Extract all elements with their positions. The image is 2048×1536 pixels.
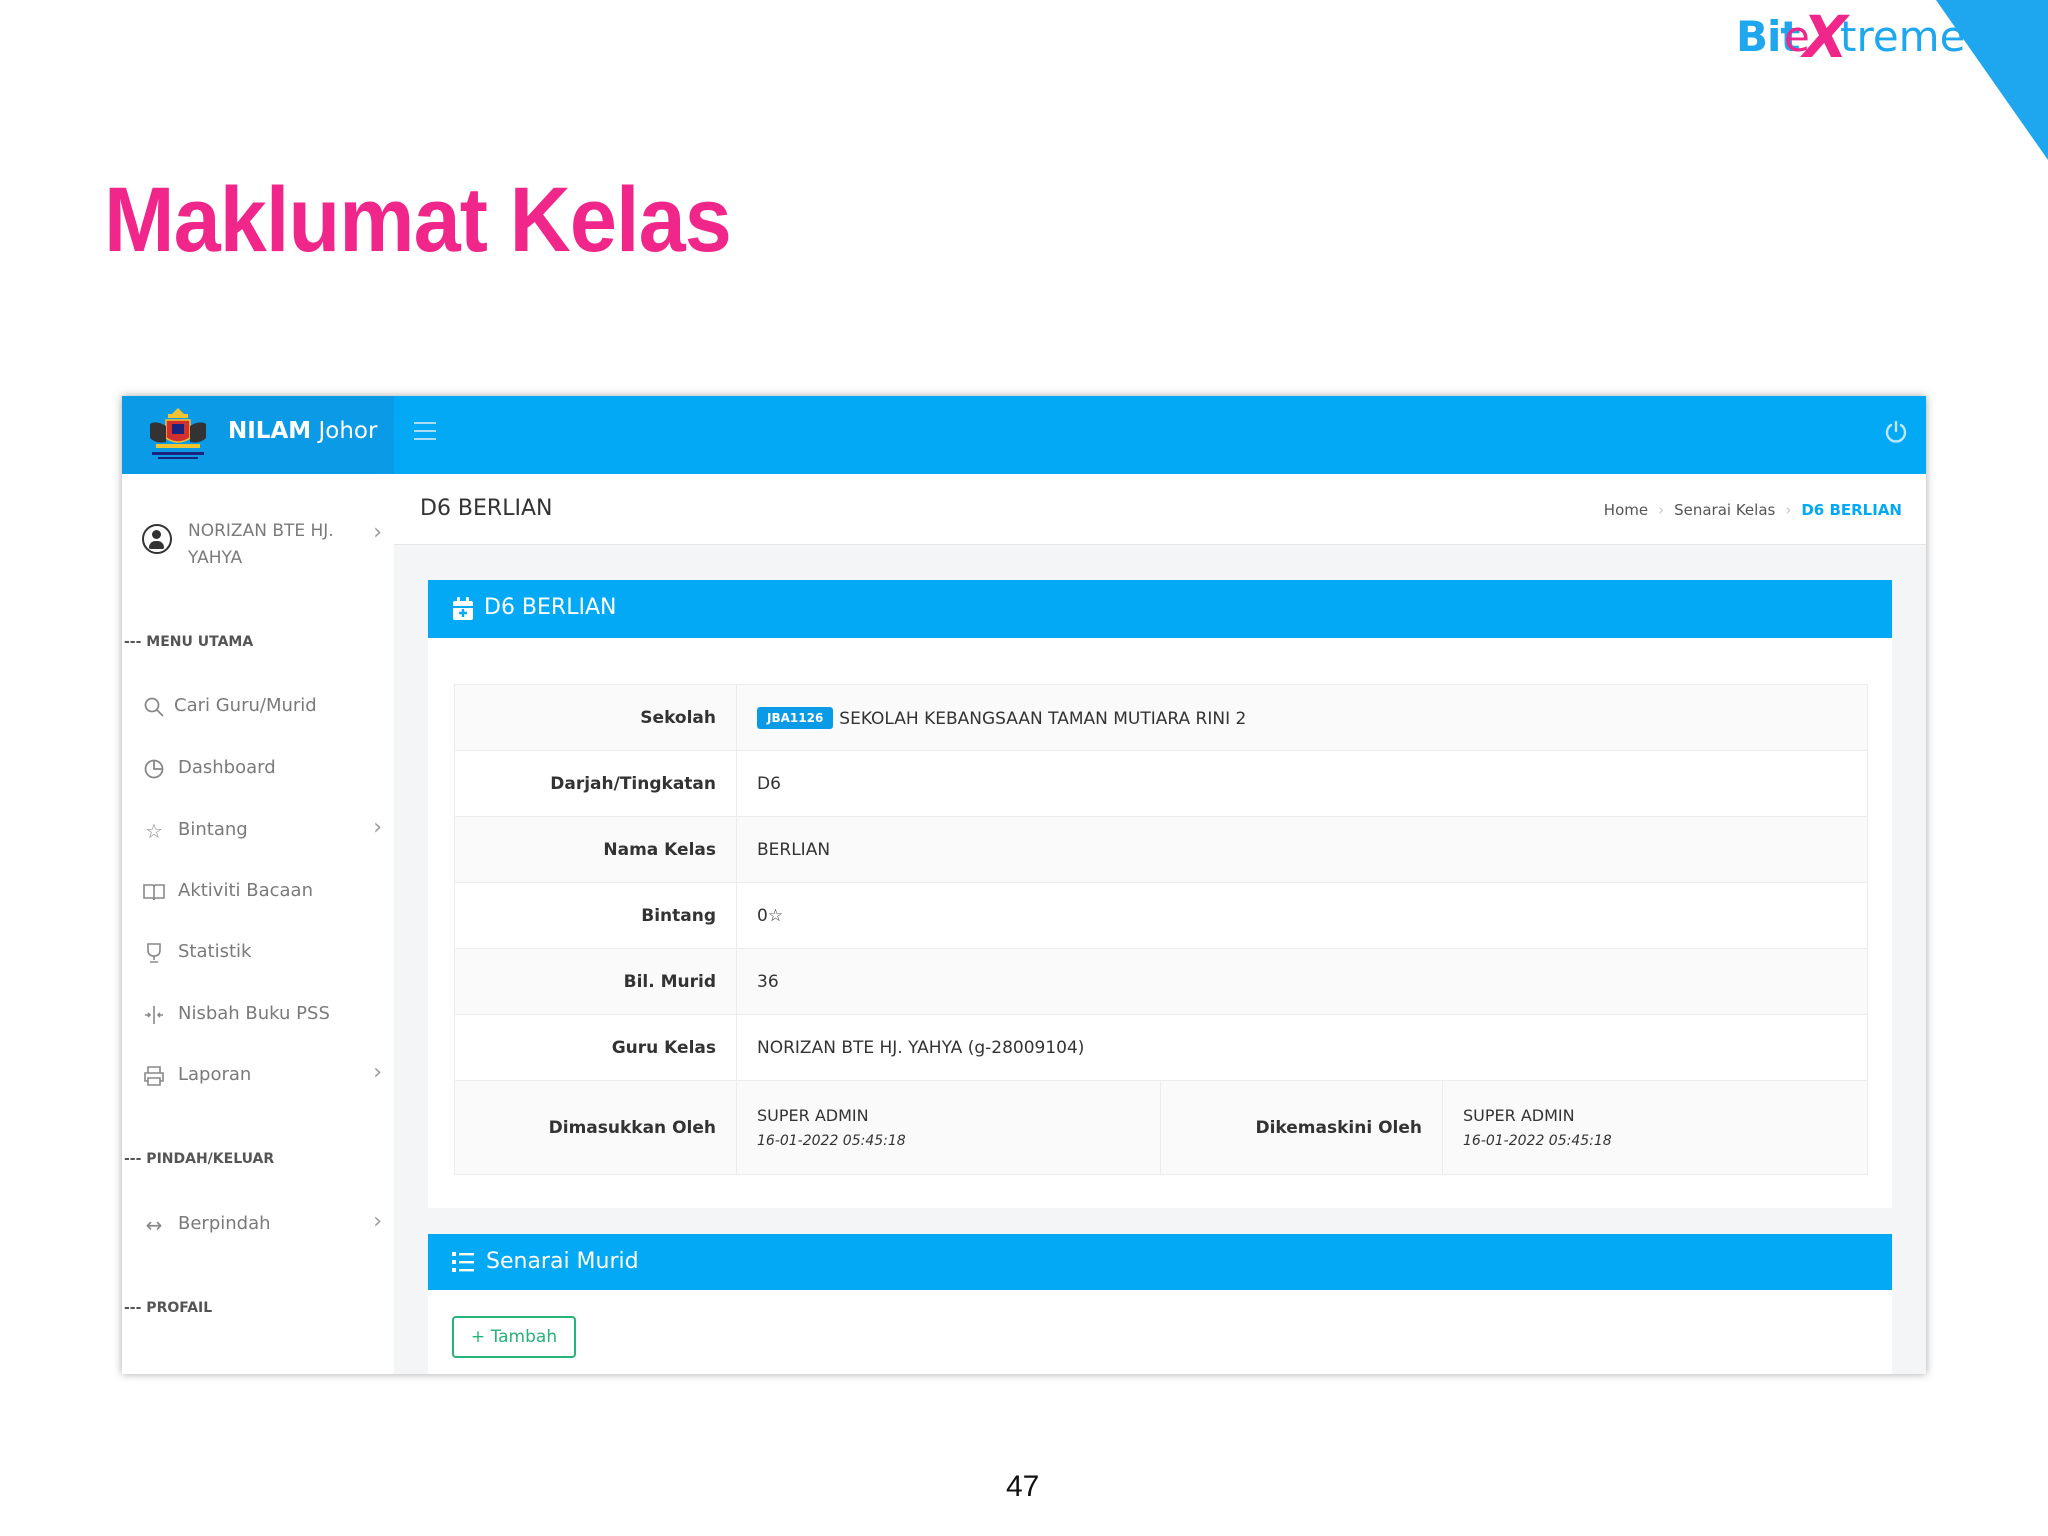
app-screenshot: NILAM Johor NORIZAN BTE HJ. YAHYA › --- …: [122, 396, 1926, 1374]
page-title: D6 BERLIAN: [420, 496, 553, 521]
table-row: Guru Kelas NORIZAN BTE HJ. YAHYA (g-2800…: [454, 1014, 1868, 1081]
sidebar-item-label: Statistik: [178, 941, 252, 962]
bintang-value: 0: [757, 905, 768, 926]
sidebar-item-berpindah[interactable]: ↔ Berpindah ›: [142, 1209, 382, 1241]
darjah-value: D6: [736, 750, 1868, 817]
darjah-label: Darjah/Tingkatan: [454, 750, 737, 817]
page-header: D6 BERLIAN Home › Senarai Kelas › D6 BERLIAN: [394, 474, 1926, 545]
nama-kelas-label: Nama Kelas: [454, 816, 737, 883]
chevron-right-icon: ›: [373, 520, 382, 545]
printer-icon: [144, 1066, 164, 1086]
section-menu-utama: --- MENU UTAMA: [124, 634, 254, 650]
nama-kelas-value: BERLIAN: [736, 816, 1868, 883]
students-card-header: Senarai Murid: [428, 1234, 1892, 1290]
chevron-right-icon: ›: [373, 1209, 382, 1234]
slide-title: Maklumat Kelas: [104, 169, 732, 271]
sidebar-item-bintang[interactable]: ☆ Bintang ›: [142, 815, 382, 847]
arrows-horizontal-icon: ↔: [145, 1213, 163, 1237]
sidebar-item-label: Cari Guru/Murid: [174, 695, 317, 716]
sidebar-item-cari-guru-murid[interactable]: Cari Guru/Murid: [142, 693, 382, 723]
dikemaskini-value-cell: SUPER ADMIN 16-01-2022 05:45:18: [1442, 1080, 1868, 1175]
table-row: Bintang 0☆: [454, 882, 1868, 949]
add-student-button[interactable]: + Tambah: [452, 1316, 576, 1358]
sidebar-item-label: Nisbah Buku PSS: [178, 1003, 330, 1024]
calendar-icon: [453, 597, 473, 620]
breadcrumb: Home › Senarai Kelas › D6 BERLIAN: [1604, 501, 1902, 519]
breadcrumb-current: D6 BERLIAN: [1801, 501, 1902, 519]
bintang-value-cell: 0☆: [736, 882, 1868, 949]
pie-chart-icon: [144, 759, 164, 779]
dikemaskini-by: SUPER ADMIN: [1463, 1106, 1575, 1125]
breadcrumb-separator: ›: [1785, 501, 1792, 519]
sidebar-item-label: Laporan: [178, 1064, 252, 1085]
brand-name-rest: Johor: [311, 418, 378, 444]
search-icon: [144, 697, 164, 717]
sidebar-item-label: Berpindah: [178, 1213, 271, 1234]
section-profail: --- PROFAIL: [124, 1300, 213, 1316]
breadcrumb-home[interactable]: Home: [1604, 501, 1648, 519]
page-number: 47: [1006, 1470, 1040, 1503]
school-code-badge: JBA1126: [757, 706, 834, 729]
dikemaskini-label: Dikemaskini Oleh: [1160, 1080, 1443, 1175]
top-navbar: NILAM Johor: [122, 396, 1926, 474]
dimasukkan-at: 16-01-2022 05:45:18: [757, 1133, 906, 1149]
chevron-right-icon: ›: [373, 815, 382, 840]
sidebar-item-label: Dashboard: [178, 757, 276, 778]
table-row: Dimasukkan Oleh SUPER ADMIN 16-01-2022 0…: [454, 1080, 1868, 1175]
sekolah-value-cell: JBA1126 SEKOLAH KEBANGSAAN TAMAN MUTIARA …: [736, 684, 1868, 751]
brand-name: NILAM Johor: [228, 418, 377, 444]
class-info-table: Sekolah JBA1126 SEKOLAH KEBANGSAAN TAMAN …: [454, 684, 1868, 1175]
brand-block[interactable]: NILAM Johor: [122, 396, 394, 474]
sidebar-item-statistik[interactable]: Statistik: [142, 939, 382, 969]
user-avatar-icon: [142, 524, 172, 554]
table-row: Nama Kelas BERLIAN: [454, 816, 1868, 883]
chevron-right-icon: ›: [373, 1060, 382, 1085]
class-info-card: D6 BERLIAN Sekolah JBA1126 SEKOLAH KEBANG…: [428, 580, 1892, 1208]
section-pindah-keluar: --- PINDAH/KELUAR: [124, 1151, 275, 1167]
class-info-card-title: D6 BERLIAN: [484, 595, 617, 620]
sidebar-item-laporan[interactable]: Laporan ›: [142, 1060, 382, 1092]
students-card-title: Senarai Murid: [486, 1249, 639, 1274]
crest-icon: [150, 408, 206, 459]
sidebar-item-label: Bintang: [178, 819, 248, 840]
sidebar: NORIZAN BTE HJ. YAHYA › --- MENU UTAMA C…: [122, 474, 394, 1374]
bitextreme-logo: Bit e X treme: [1736, 6, 1966, 76]
dikemaskini-at: 16-01-2022 05:45:18: [1463, 1133, 1612, 1149]
star-icon: ☆: [767, 905, 784, 926]
dimasukkan-value-cell: SUPER ADMIN 16-01-2022 05:45:18: [736, 1080, 1161, 1175]
sekolah-value: SEKOLAH KEBANGSAAN TAMAN MUTIARA RINI 2: [839, 708, 1247, 729]
breadcrumb-separator: ›: [1658, 501, 1665, 519]
bintang-label: Bintang: [454, 882, 737, 949]
sidebar-item-aktiviti-bacaan[interactable]: Aktiviti Bacaan: [142, 878, 382, 908]
bil-murid-label: Bil. Murid: [454, 948, 737, 1015]
sidebar-item-nisbah-buku-pss[interactable]: Nisbah Buku PSS: [142, 1001, 382, 1031]
breadcrumb-senarai-kelas[interactable]: Senarai Kelas: [1674, 501, 1775, 519]
list-icon: [452, 1252, 474, 1272]
table-row: Bil. Murid 36: [454, 948, 1868, 1015]
hamburger-icon[interactable]: [414, 422, 436, 442]
dimasukkan-label: Dimasukkan Oleh: [454, 1080, 737, 1175]
sidebar-item-dashboard[interactable]: Dashboard: [142, 755, 382, 785]
trophy-icon: [147, 943, 161, 963]
brand-name-bold: NILAM: [228, 418, 312, 444]
plus-icon: +: [470, 1327, 491, 1347]
power-icon[interactable]: [1884, 420, 1908, 444]
table-row: Sekolah JBA1126 SEKOLAH KEBANGSAAN TAMAN …: [454, 684, 1868, 751]
guru-kelas-label: Guru Kelas: [454, 1014, 737, 1081]
logo-treme: treme: [1840, 12, 1966, 61]
dimasukkan-by: SUPER ADMIN: [757, 1106, 869, 1125]
table-row: Darjah/Tingkatan D6: [454, 750, 1868, 817]
bil-murid-value: 36: [736, 948, 1868, 1015]
students-card: Senarai Murid + Tambah: [428, 1234, 1892, 1374]
book-icon: [143, 884, 165, 901]
user-profile-link[interactable]: NORIZAN BTE HJ. YAHYA ›: [142, 518, 382, 578]
guru-kelas-value: NORIZAN BTE HJ. YAHYA (g-28009104): [736, 1014, 1868, 1081]
user-name: NORIZAN BTE HJ. YAHYA: [188, 521, 334, 568]
ratio-icon: [145, 1006, 163, 1024]
add-button-label: Tambah: [490, 1327, 558, 1347]
star-icon: ☆: [145, 819, 163, 843]
sekolah-label: Sekolah: [454, 684, 737, 751]
sidebar-item-label: Aktiviti Bacaan: [178, 880, 313, 901]
class-info-card-header: D6 BERLIAN: [428, 580, 1892, 638]
